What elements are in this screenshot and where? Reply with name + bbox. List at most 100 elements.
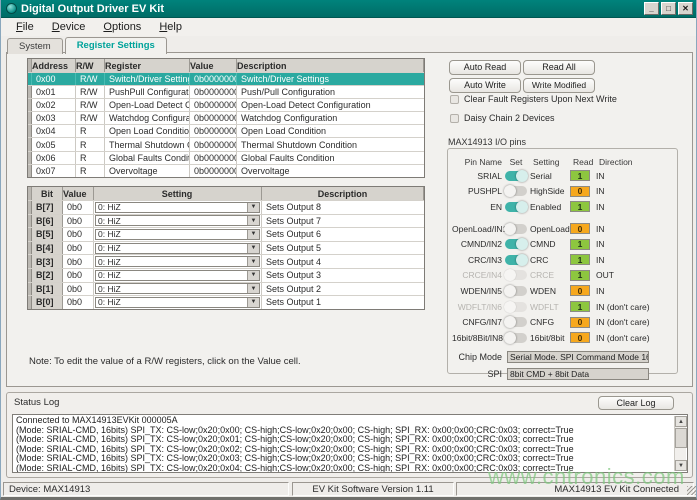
tab[interactable]: System: [7, 38, 63, 54]
pin-toggle[interactable]: [505, 302, 527, 312]
spi-field: 8bit CMD + 8bit Data: [507, 368, 649, 380]
register-description: Global Faults Condition: [237, 152, 424, 164]
checkbox-icon[interactable]: [450, 95, 459, 104]
bit-value[interactable]: 0b0: [63, 215, 94, 228]
register-row[interactable]: 0x00 R/W Switch/Driver Settings 0b000000…: [28, 72, 424, 85]
maximize-button[interactable]: □: [661, 2, 676, 15]
pin-toggle[interactable]: [505, 171, 527, 181]
pin-toggle[interactable]: [505, 286, 527, 296]
pin-toggle[interactable]: [505, 186, 527, 196]
register-value[interactable]: 0b00000000: [190, 86, 237, 98]
checkbox-icon[interactable]: [450, 114, 459, 123]
bit-value[interactable]: 0b0: [63, 242, 94, 255]
chevron-down-icon[interactable]: ▼: [247, 271, 259, 280]
pin-toggle[interactable]: [505, 317, 527, 327]
register-name: Thermal Shutdown Con...: [105, 138, 190, 150]
auto-write-button[interactable]: Auto Write: [449, 78, 521, 93]
register-value[interactable]: 0b00000000: [190, 125, 237, 137]
pin-toggle[interactable]: [505, 224, 527, 234]
scroll-thumb[interactable]: [675, 428, 687, 448]
tab[interactable]: Register Settings: [65, 37, 167, 54]
menu-item[interactable]: File: [7, 19, 43, 35]
register-row[interactable]: 0x06 R Global Faults Condition 0b0000000…: [28, 151, 424, 164]
register-value[interactable]: 0b00000000: [190, 112, 237, 124]
pin-toggle[interactable]: [505, 239, 527, 249]
register-row[interactable]: 0x03 R/W Watchdog Configuration 0b000000…: [28, 111, 424, 124]
register-row[interactable]: 0x04 R Open Load Condition 0b00000000 Op…: [28, 124, 424, 137]
io-pin-row: CNFG/IN7 CNFG 0 IN (don't care): [452, 314, 675, 330]
register-description: Watchdog Configuration: [237, 112, 424, 124]
close-button[interactable]: ✕: [678, 2, 693, 15]
setting-dropdown[interactable]: 0: HiZ ▼: [95, 229, 260, 240]
register-value[interactable]: 0b00000000: [190, 138, 237, 150]
register-row[interactable]: 0x07 R Overvoltage 0b00000000 Overvoltag…: [28, 164, 424, 177]
pin-direction: IN (don't care): [596, 333, 650, 343]
bit-value[interactable]: 0b0: [63, 228, 94, 241]
status-device: Device: MAX14913: [3, 482, 289, 496]
pin-toggle[interactable]: [505, 333, 527, 343]
clear-log-button[interactable]: Clear Log: [598, 396, 674, 410]
pin-toggle[interactable]: [505, 270, 527, 280]
bit-row: B[4] 0b0 0: HiZ ▼ Sets Output 5: [28, 241, 424, 255]
register-value[interactable]: 0b00000000: [190, 152, 237, 164]
setting-dropdown[interactable]: 0: HiZ ▼: [95, 215, 260, 226]
register-row[interactable]: 0x05 R Thermal Shutdown Con... 0b0000000…: [28, 137, 424, 150]
scroll-up-icon[interactable]: ▲: [675, 416, 687, 427]
daisy-chain-checkbox-row[interactable]: Daisy Chain 2 Devices: [450, 113, 555, 123]
chevron-down-icon[interactable]: ▼: [247, 203, 259, 212]
chevron-down-icon[interactable]: ▼: [247, 298, 259, 307]
setting-dropdown[interactable]: 0: HiZ ▼: [95, 202, 260, 213]
bit-description: Sets Output 8: [262, 201, 424, 214]
register-address: 0x06: [32, 152, 76, 164]
register-row[interactable]: 0x01 R/W PushPull Configuration 0b000000…: [28, 85, 424, 98]
chevron-down-icon[interactable]: ▼: [247, 244, 259, 253]
bit-value[interactable]: 0b0: [63, 255, 94, 268]
setting-dropdown[interactable]: 0: HiZ ▼: [95, 256, 260, 267]
io-pins-group-title: MAX14913 I/O pins: [448, 137, 526, 147]
setting-dropdown[interactable]: 0: HiZ ▼: [95, 283, 260, 294]
setting-dropdown[interactable]: 0: HiZ ▼: [95, 297, 260, 308]
chevron-down-icon[interactable]: ▼: [247, 216, 259, 225]
register-value[interactable]: 0b00000000: [190, 73, 237, 85]
register-row[interactable]: 0x02 R/W Open-Load Detect Confi... 0b000…: [28, 98, 424, 111]
setting-dropdown[interactable]: 0: HiZ ▼: [95, 270, 260, 281]
menu-item[interactable]: Device: [43, 19, 95, 35]
checkbox-label: Daisy Chain 2 Devices: [464, 113, 555, 123]
bit-value[interactable]: 0b0: [63, 201, 94, 214]
register-rw: R: [76, 152, 105, 164]
auto-read-button[interactable]: Auto Read: [449, 60, 521, 75]
bit-value[interactable]: 0b0: [63, 296, 94, 309]
clear-fault-checkbox-row[interactable]: Clear Fault Registers Upon Next Write: [450, 94, 617, 104]
bit-value[interactable]: 0b0: [63, 283, 94, 296]
register-name: Open-Load Detect Confi...: [105, 99, 190, 111]
scroll-down-icon[interactable]: ▼: [675, 460, 687, 471]
bit-setting-cell: 0: HiZ ▼: [94, 242, 262, 255]
menu-item[interactable]: Help: [150, 19, 191, 35]
write-modified-button[interactable]: Write Modified: [523, 78, 595, 93]
col-value: Value: [190, 59, 237, 72]
chevron-down-icon[interactable]: ▼: [247, 284, 259, 293]
menubar: FileDeviceOptionsHelp: [1, 18, 696, 36]
read-all-button[interactable]: Read All: [523, 60, 595, 75]
register-address: 0x00: [32, 73, 76, 85]
register-value[interactable]: 0b00000000: [190, 99, 237, 111]
bit-label: B[3]: [32, 255, 63, 268]
chip-mode-field: Serial Mode. SPI Command Mode 16bit: [507, 351, 649, 363]
register-description: Open-Load Detect Configuration: [237, 99, 424, 111]
chevron-down-icon[interactable]: ▼: [247, 257, 259, 266]
bit-value[interactable]: 0b0: [63, 269, 94, 282]
log-scrollbar[interactable]: ▲ ▼: [674, 416, 686, 471]
pin-direction: IN (don't care): [596, 317, 650, 327]
register-value[interactable]: 0b00000000: [190, 165, 237, 177]
pin-toggle[interactable]: [505, 255, 527, 265]
io-pin-row: WDFLT/IN6 WDFLT 1 IN (don't care): [452, 299, 675, 315]
chevron-down-icon[interactable]: ▼: [247, 230, 259, 239]
pin-toggle[interactable]: [505, 202, 527, 212]
menu-item[interactable]: Options: [94, 19, 150, 35]
bit-row: B[1] 0b0 0: HiZ ▼ Sets Output 2: [28, 282, 424, 296]
minimize-button[interactable]: _: [644, 2, 659, 15]
resize-grip[interactable]: [687, 486, 696, 495]
bit-row: B[0] 0b0 0: HiZ ▼ Sets Output 1: [28, 295, 424, 309]
bit-row: B[5] 0b0 0: HiZ ▼ Sets Output 6: [28, 227, 424, 241]
setting-dropdown[interactable]: 0: HiZ ▼: [95, 243, 260, 254]
